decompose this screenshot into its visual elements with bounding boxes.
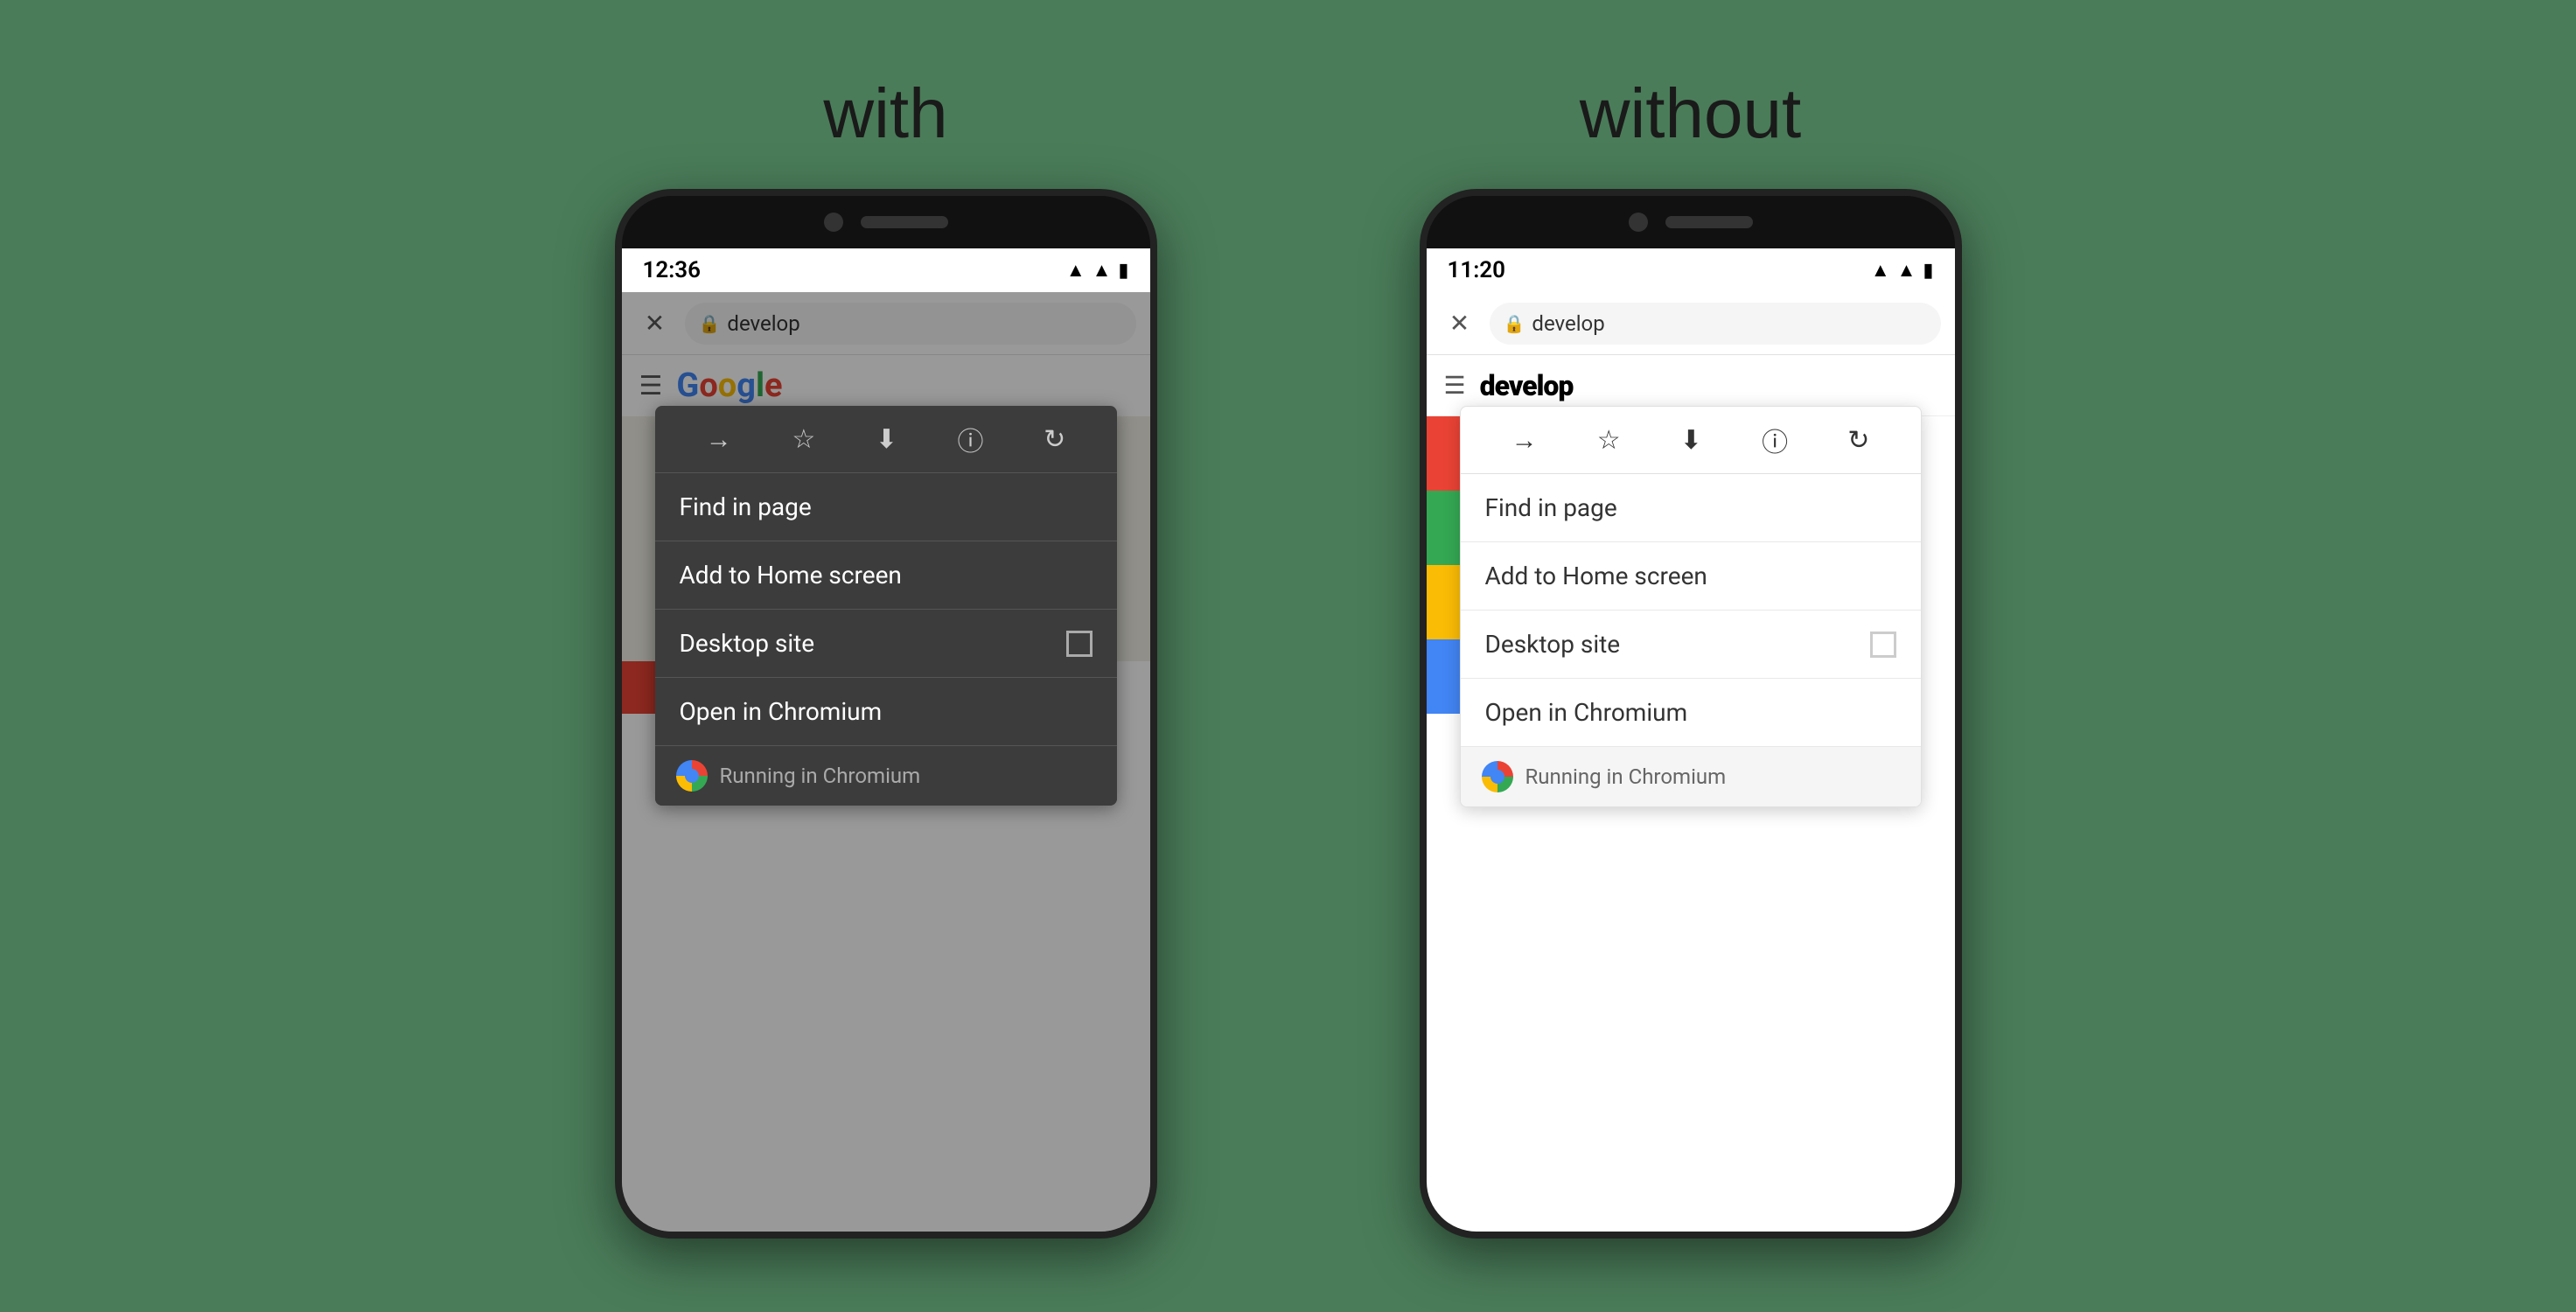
right-star-icon[interactable]: ☆: [1597, 425, 1621, 456]
left-signal-icon: ▲: [1093, 259, 1112, 282]
left-menu-item-desktop[interactable]: Desktop site: [655, 610, 1117, 678]
left-hamburger-icon: ☰: [639, 371, 663, 401]
right-menu-item-find[interactable]: Find in page: [1461, 474, 1921, 542]
right-dropdown-menu: → ☆ ⬇ ⓘ ↻ Find in page Add to Home scree…: [1460, 406, 1922, 807]
left-address-bar[interactable]: 🔒 develop: [685, 303, 1136, 345]
right-hamburger-icon: ☰: [1444, 371, 1466, 400]
right-download-icon[interactable]: ⬇: [1680, 425, 1702, 456]
left-menu-item-find[interactable]: Find in page: [655, 473, 1117, 541]
right-chrome-toolbar: ✕ 🔒 develop: [1427, 292, 1955, 355]
right-speaker: [1665, 216, 1753, 228]
right-footer-text: Running in Chromium: [1525, 764, 1727, 789]
google-o2: o: [718, 366, 736, 405]
right-title: without: [1580, 73, 1801, 154]
left-menu-item-add[interactable]: Add to Home screen: [655, 541, 1117, 610]
right-camera: [1629, 213, 1648, 232]
right-address-bar[interactable]: 🔒 develop: [1490, 303, 1941, 345]
left-menu-item-open[interactable]: Open in Chromium: [655, 678, 1117, 746]
right-time: 11:20: [1448, 257, 1506, 283]
left-dropdown-menu: → ☆ ⬇ ⓘ ↻ Find in page Add to Home scree…: [655, 406, 1117, 806]
left-refresh-icon[interactable]: ↻: [1044, 424, 1065, 455]
right-menu-item-open[interactable]: Open in Chromium: [1461, 679, 1921, 747]
left-dropdown-header: → ☆ ⬇ ⓘ ↻: [655, 406, 1117, 473]
left-dropdown-footer: Running in Chromium: [655, 746, 1117, 806]
left-phone: 12:36 ▲ ▲ ▮ ✕ 🔒 develop: [615, 189, 1157, 1239]
right-forward-icon[interactable]: →: [1511, 425, 1538, 456]
right-close-btn[interactable]: ✕: [1441, 304, 1479, 343]
right-status-bar: 11:20 ▲ ▲ ▮: [1427, 248, 1955, 292]
right-menu-item-desktop[interactable]: Desktop site: [1461, 611, 1921, 679]
right-phone: 11:20 ▲ ▲ ▮ ✕ 🔒 develop: [1420, 189, 1962, 1239]
main-container: with 12:36 ▲ ▲ ▮: [0, 73, 2576, 1239]
left-battery-icon: ▮: [1118, 260, 1128, 282]
right-section: without 11:20 ▲ ▲ ▮ ✕: [1420, 73, 1962, 1239]
left-dropdown: → ☆ ⬇ ⓘ ↻ Find in page Add to Home scree…: [648, 406, 1124, 806]
left-time: 12:36: [643, 257, 702, 283]
left-chrome-toolbar: ✕ 🔒 develop: [622, 292, 1150, 355]
right-phone-screen: 11:20 ▲ ▲ ▮ ✕ 🔒 develop: [1427, 248, 1955, 1232]
google-o1: o: [699, 366, 717, 405]
left-phone-screen: 12:36 ▲ ▲ ▮ ✕ 🔒 develop: [622, 248, 1150, 1232]
google-g2: g: [736, 366, 756, 405]
right-chromium-icon: [1482, 761, 1513, 792]
left-close-btn[interactable]: ✕: [636, 304, 674, 343]
left-wifi-icon: ▲: [1066, 259, 1086, 282]
left-footer-text: Running in Chromium: [720, 764, 921, 788]
right-checkbox-icon[interactable]: [1870, 632, 1896, 658]
left-section: with 12:36 ▲ ▲ ▮: [615, 73, 1157, 1239]
left-status-icons: ▲ ▲ ▮: [1066, 259, 1129, 282]
left-info-icon[interactable]: ⓘ: [958, 420, 984, 458]
right-signal-icon: ▲: [1897, 259, 1916, 282]
google-l: l: [756, 366, 764, 405]
left-chromium-icon: [676, 760, 708, 792]
left-status-bar: 12:36 ▲ ▲ ▮: [622, 248, 1150, 292]
right-battery-icon: ▮: [1923, 260, 1933, 282]
google-g: G: [676, 366, 699, 405]
right-info-icon[interactable]: ⓘ: [1762, 421, 1788, 459]
right-phone-top-bar: [1427, 196, 1955, 248]
right-dropdown-footer: Running in Chromium: [1461, 747, 1921, 806]
left-download-icon[interactable]: ⬇: [876, 424, 897, 455]
left-url: develop: [727, 311, 799, 336]
left-speaker: [861, 216, 948, 228]
right-dropdown: → ☆ ⬇ ⓘ ↻ Find in page Add to Home scree…: [1453, 406, 1929, 807]
left-title: with: [823, 73, 947, 154]
right-devsite-logo: develop: [1480, 369, 1574, 402]
right-dropdown-header: → ☆ ⬇ ⓘ ↻: [1461, 407, 1921, 474]
left-phone-top-bar: [622, 196, 1150, 248]
right-wifi-icon: ▲: [1871, 259, 1890, 282]
left-star-icon[interactable]: ☆: [792, 424, 815, 455]
left-camera: [824, 213, 843, 232]
left-forward-icon[interactable]: →: [706, 424, 732, 455]
right-url: develop: [1532, 311, 1604, 336]
left-checkbox-icon[interactable]: [1066, 631, 1093, 657]
right-menu-item-add[interactable]: Add to Home screen: [1461, 542, 1921, 611]
google-e: e: [764, 366, 783, 405]
right-status-icons: ▲ ▲ ▮: [1871, 259, 1934, 282]
right-refresh-icon[interactable]: ↻: [1847, 425, 1869, 456]
